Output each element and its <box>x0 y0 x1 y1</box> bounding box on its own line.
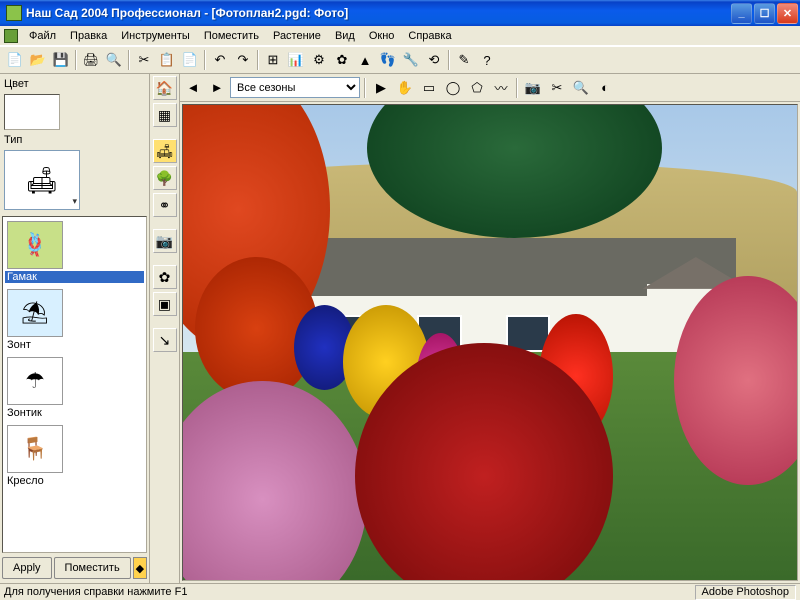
menu-help[interactable]: Справка <box>401 28 458 44</box>
tool-f-button[interactable]: 👣 <box>377 49 399 71</box>
paste-button[interactable]: 📄 <box>179 49 201 71</box>
button-row: Apply Поместить ◆ <box>2 555 147 581</box>
furniture-tool[interactable]: 🛋 <box>153 139 177 163</box>
separator <box>204 50 206 70</box>
copy-button[interactable]: 📋 <box>156 49 178 71</box>
crop-tool[interactable]: ✂ <box>546 77 568 99</box>
tool-h-button[interactable]: ⟲ <box>423 49 445 71</box>
close-button[interactable]: ✕ <box>777 3 798 24</box>
menu-window[interactable]: Окно <box>362 28 402 44</box>
edit-tool[interactable]: ▣ <box>153 292 177 316</box>
house-tool[interactable]: 🏠 <box>153 76 177 100</box>
list-item[interactable]: 🪑 Кресло <box>3 421 146 489</box>
cut-button[interactable]: ✂ <box>133 49 155 71</box>
separator <box>257 50 259 70</box>
preview-button[interactable]: 🔍 <box>103 49 125 71</box>
list-item[interactable]: ⛱ Зонт <box>3 285 146 353</box>
separator <box>448 50 450 70</box>
chair-icon: 🪑 <box>7 425 63 473</box>
separator <box>516 78 518 98</box>
place-button[interactable]: Поместить <box>54 557 131 579</box>
select-poly-tool[interactable]: ⬠ <box>466 77 488 99</box>
select-rect-tool[interactable]: ▭ <box>418 77 440 99</box>
type-selector[interactable]: 🛋 <box>4 150 80 210</box>
tree-tool[interactable]: 🌳 <box>153 166 177 190</box>
hammock-icon: 🪢 <box>7 221 63 269</box>
redo-button[interactable]: ↷ <box>232 49 254 71</box>
undo-button[interactable]: ↶ <box>209 49 231 71</box>
list-item-label: Гамак <box>5 271 144 283</box>
open-button[interactable]: 📂 <box>27 49 49 71</box>
fence-tool[interactable]: ▦ <box>153 103 177 127</box>
apply-button[interactable]: Apply <box>2 557 52 579</box>
tool-g-button[interactable]: 🔧 <box>400 49 422 71</box>
umbrella-icon: ⛱ <box>7 289 63 337</box>
list-item[interactable]: 🪢 Гамак <box>3 217 146 285</box>
separator <box>364 78 366 98</box>
help-button[interactable]: ? <box>476 49 498 71</box>
properties-panel: Цвет Тип 🛋 🪢 Гамак ⛱ Зонт ☂ Зонтик 🪑 Кре… <box>0 74 150 583</box>
tool-e-button[interactable]: ▲ <box>354 49 376 71</box>
doc-icon[interactable] <box>4 29 18 43</box>
menu-place[interactable]: Поместить <box>197 28 266 44</box>
workspace: Цвет Тип 🛋 🪢 Гамак ⛱ Зонт ☂ Зонтик 🪑 Кре… <box>0 74 800 583</box>
zoom-tool[interactable]: 🔍 <box>570 77 592 99</box>
photo-canvas[interactable] <box>182 104 798 581</box>
list-item-label: Кресло <box>5 475 144 487</box>
color-picker[interactable] <box>4 94 60 130</box>
hand-tool[interactable]: ✋ <box>394 77 416 99</box>
menu-file[interactable]: Файл <box>22 28 63 44</box>
separator <box>75 50 77 70</box>
maximize-button[interactable]: ☐ <box>754 3 775 24</box>
main-area: ◄ ► Все сезоны ▶ ✋ ▭ ◯ ⬠ 〰 📷 ✂ 🔍 ◐ <box>180 74 800 583</box>
snapshot-tool[interactable]: 📷 <box>522 77 544 99</box>
parasol-icon: ☂ <box>7 357 63 405</box>
camera-tool[interactable]: 📷 <box>153 229 177 253</box>
tool-b-button[interactable]: 📊 <box>285 49 307 71</box>
nav-right-button[interactable]: ► <box>206 77 228 99</box>
select-free-tool[interactable]: 〰 <box>490 77 512 99</box>
bench-icon: 🛋 <box>25 165 58 196</box>
menu-view[interactable]: Вид <box>328 28 362 44</box>
item-list[interactable]: 🪢 Гамак ⛱ Зонт ☂ Зонтик 🪑 Кресло <box>2 216 147 553</box>
pointer-tool[interactable]: ▶ <box>370 77 392 99</box>
tool-d-button[interactable]: ✿ <box>331 49 353 71</box>
flower-tool[interactable]: ✿ <box>153 265 177 289</box>
nav-left-button[interactable]: ◄ <box>182 77 204 99</box>
season-select[interactable]: Все сезоны <box>230 77 360 98</box>
list-item[interactable]: ☂ Зонтик <box>3 353 146 421</box>
statusbar: Для получения справки нажмите F1 Adobe P… <box>0 583 800 600</box>
menu-edit[interactable]: Правка <box>63 28 114 44</box>
list-item-label: Зонтик <box>5 407 144 419</box>
side-toolbar: 🏠 ▦ 🛋 🌳 ⚭ 📷 ✿ ▣ ↘ <box>150 74 180 583</box>
select-lasso-tool[interactable]: ◯ <box>442 77 464 99</box>
tool-a-button[interactable]: ⊞ <box>262 49 284 71</box>
warn-icon[interactable]: ◆ <box>133 557 147 579</box>
view-toolbar: ◄ ► Все сезоны ▶ ✋ ▭ ◯ ⬠ 〰 📷 ✂ 🔍 ◐ <box>180 74 800 102</box>
tool-c-button[interactable]: ⚙ <box>308 49 330 71</box>
tool-i-button[interactable]: ✎ <box>453 49 475 71</box>
minimize-button[interactable]: _ <box>731 3 752 24</box>
new-button[interactable]: 📄 <box>4 49 26 71</box>
menu-tools[interactable]: Инструменты <box>114 28 197 44</box>
separator <box>128 50 130 70</box>
menu-plant[interactable]: Растение <box>266 28 328 44</box>
window-title: Наш Сад 2004 Профессионал - [Фотоплан2.p… <box>26 6 729 20</box>
status-slot: Adobe Photoshop <box>695 585 796 600</box>
menubar: Файл Правка Инструменты Поместить Растен… <box>0 26 800 46</box>
main-toolbar: 📄 📂 💾 🖨 🔍 ✂ 📋 📄 ↶ ↷ ⊞ 📊 ⚙ ✿ ▲ 👣 🔧 ⟲ ✎ ? <box>0 46 800 74</box>
print-button[interactable]: 🖨 <box>80 49 102 71</box>
status-help-text: Для получения справки нажмите F1 <box>4 586 187 598</box>
link-tool[interactable]: ⚭ <box>153 193 177 217</box>
color-label: Цвет <box>4 78 147 90</box>
type-label: Тип <box>4 134 147 146</box>
app-icon <box>6 5 22 21</box>
arrow-tool[interactable]: ↘ <box>153 328 177 352</box>
adjust-tool[interactable]: ◐ <box>594 77 616 99</box>
save-button[interactable]: 💾 <box>50 49 72 71</box>
list-item-label: Зонт <box>5 339 144 351</box>
titlebar: Наш Сад 2004 Профессионал - [Фотоплан2.p… <box>0 0 800 26</box>
